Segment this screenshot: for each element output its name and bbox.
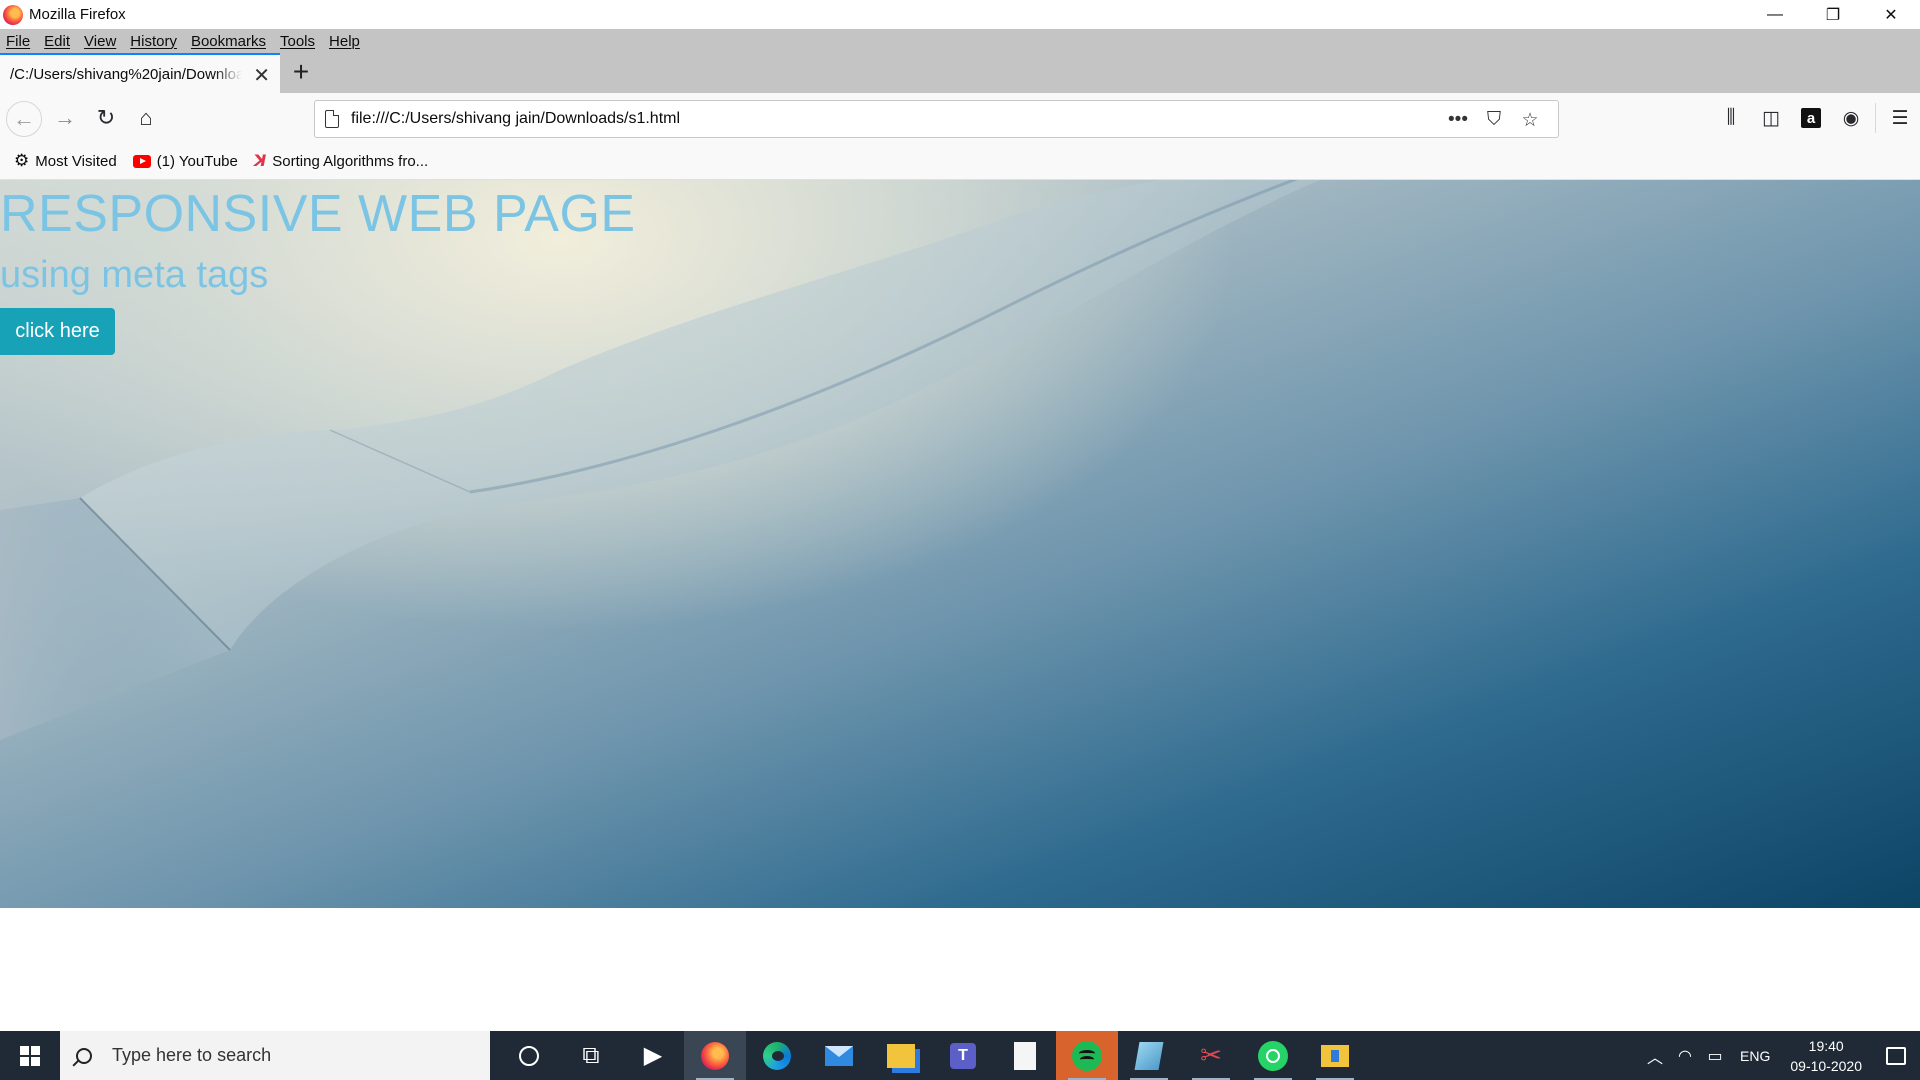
system-tray: ︿ ◠ ▭ ENG 19:40 09-10-2020 [1640,1031,1920,1080]
sorting-algorithms-icon: ꓘ [253,153,267,170]
pocket-icon[interactable]: ⛉ [1476,109,1512,131]
taskbar-search[interactable]: Type here to search [60,1031,490,1080]
clock[interactable]: 19:40 09-10-2020 [1790,1036,1862,1076]
firefox-logo-icon [3,4,23,25]
window-title: Mozilla Firefox [29,6,126,23]
toolbar-separator [1875,103,1876,133]
media-icon[interactable]: ▶ [622,1031,684,1080]
menu-icon[interactable]: ☰ [1880,98,1920,138]
window-titlebar: Mozilla Firefox — ❐ ✕ [0,0,1920,29]
bookmarks-bar: ⚙ Most Visited (1) YouTube ꓘ Sorting Alg… [0,143,1920,180]
firefox-icon[interactable] [684,1031,746,1080]
notifications-icon[interactable] [1872,1031,1920,1080]
airplane-wing-image [0,180,1320,740]
windows-logo-icon [20,1045,40,1066]
wifi-icon[interactable]: ◠ [1670,1046,1700,1066]
bookmark-label: Most Visited [35,152,117,170]
url-actions: ••• ⛉ ☆ [1440,101,1548,139]
menu-help[interactable]: Help [329,33,360,50]
bookmark-sorting-algorithms[interactable]: ꓘ Sorting Algorithms fro... [254,151,428,171]
url-text[interactable]: file:///C:/Users/shivang jain/Downloads/… [351,110,680,128]
home-icon[interactable]: ⌂ [131,103,161,133]
bookmark-youtube[interactable]: (1) YouTube [132,152,238,170]
click-here-button[interactable]: click here [0,308,115,355]
mail-icon[interactable] [808,1031,870,1080]
start-button[interactable] [0,1031,60,1080]
bookmark-star-icon[interactable]: ☆ [1512,109,1548,132]
menu-view[interactable]: View [84,33,116,50]
taskbar-apps: ⧉ ▶ T ✂ [498,1031,1366,1080]
battery-icon[interactable]: ▭ [1700,1046,1730,1066]
menu-file[interactable]: File [6,33,30,50]
page-actions-icon[interactable]: ••• [1440,109,1476,131]
bookmark-label: (1) YouTube [156,152,238,170]
page-blank-area [0,908,1920,1031]
tab-close-icon[interactable]: ✕ [253,63,270,88]
toolbar-right: ⫼ ◫ a ◉ ☰ [1711,93,1920,143]
clock-date: 09-10-2020 [1790,1057,1862,1074]
window-controls: — ❐ ✕ [1746,0,1920,29]
close-window-button[interactable]: ✕ [1862,0,1920,29]
sidebar-icon[interactable]: ◫ [1751,98,1791,138]
navigation-bar: ← → ↻ ⌂ file:///C:/Users/shivang jain/Do… [0,93,1920,143]
language-indicator[interactable]: ENG [1740,1048,1770,1064]
whatsapp-icon[interactable] [1242,1031,1304,1080]
file-explorer-icon[interactable] [870,1031,932,1080]
new-tab-button[interactable]: + [286,56,316,87]
tab-active[interactable]: /C:/Users/shivang%20jain/Downloads/s1.ht… [0,53,280,93]
show-hidden-icons-icon[interactable]: ︿ [1640,1044,1670,1068]
snipping-tool-icon[interactable]: ✂ [1180,1031,1242,1080]
minimize-button[interactable]: — [1746,0,1804,29]
account-icon[interactable]: ◉ [1831,98,1871,138]
screen: Mozilla Firefox — ❐ ✕ File Edit View His… [0,0,1920,1080]
search-placeholder: Type here to search [112,1045,272,1065]
bookmark-most-visited[interactable]: ⚙ Most Visited [14,151,117,171]
cortana-icon[interactable] [498,1031,560,1080]
reader-icon[interactable] [1118,1031,1180,1080]
menu-bookmarks[interactable]: Bookmarks [191,33,266,50]
page-title: RESPONSIVE WEB PAGE [0,185,636,243]
spotify-icon[interactable] [1056,1031,1118,1080]
clock-time: 19:40 [1808,1037,1844,1054]
search-icon [76,1047,92,1064]
edge-icon[interactable] [746,1031,808,1080]
reload-icon[interactable]: ↻ [91,103,121,133]
bookmark-label: Sorting Algorithms fro... [272,152,429,170]
youtube-icon [132,154,151,168]
gear-icon: ⚙ [14,151,30,170]
windows-taskbar: Type here to search ⧉ ▶ T ✂ ︿ ◠ ▭ ENG 19… [0,1031,1920,1080]
tab-strip: /C:/Users/shivang%20jain/Downloads/s1.ht… [0,53,1920,93]
folder-icon[interactable] [1304,1031,1366,1080]
page-subtitle: using meta tags [0,254,269,296]
menu-bar: File Edit View History Bookmarks Tools H… [0,29,1920,53]
forward-icon[interactable]: → [50,103,80,133]
menu-edit[interactable]: Edit [44,33,70,50]
url-bar[interactable]: file:///C:/Users/shivang jain/Downloads/… [314,100,1559,138]
notepad-icon[interactable] [994,1031,1056,1080]
tab-title: /C:/Users/shivang%20jain/Downloads/s1.ht… [10,65,242,83]
back-icon[interactable]: ← [6,101,42,137]
library-icon[interactable]: ⫼ [1711,98,1751,138]
teams-icon[interactable]: T [932,1031,994,1080]
page-hero: RESPONSIVE WEB PAGE using meta tags clic… [0,180,1920,908]
task-view-icon[interactable]: ⧉ [560,1031,622,1080]
menu-tools[interactable]: Tools [280,33,315,50]
restore-button[interactable]: ❐ [1804,0,1862,29]
page-icon [325,110,339,128]
menu-history[interactable]: History [130,33,177,50]
amazon-icon[interactable]: a [1791,98,1831,138]
